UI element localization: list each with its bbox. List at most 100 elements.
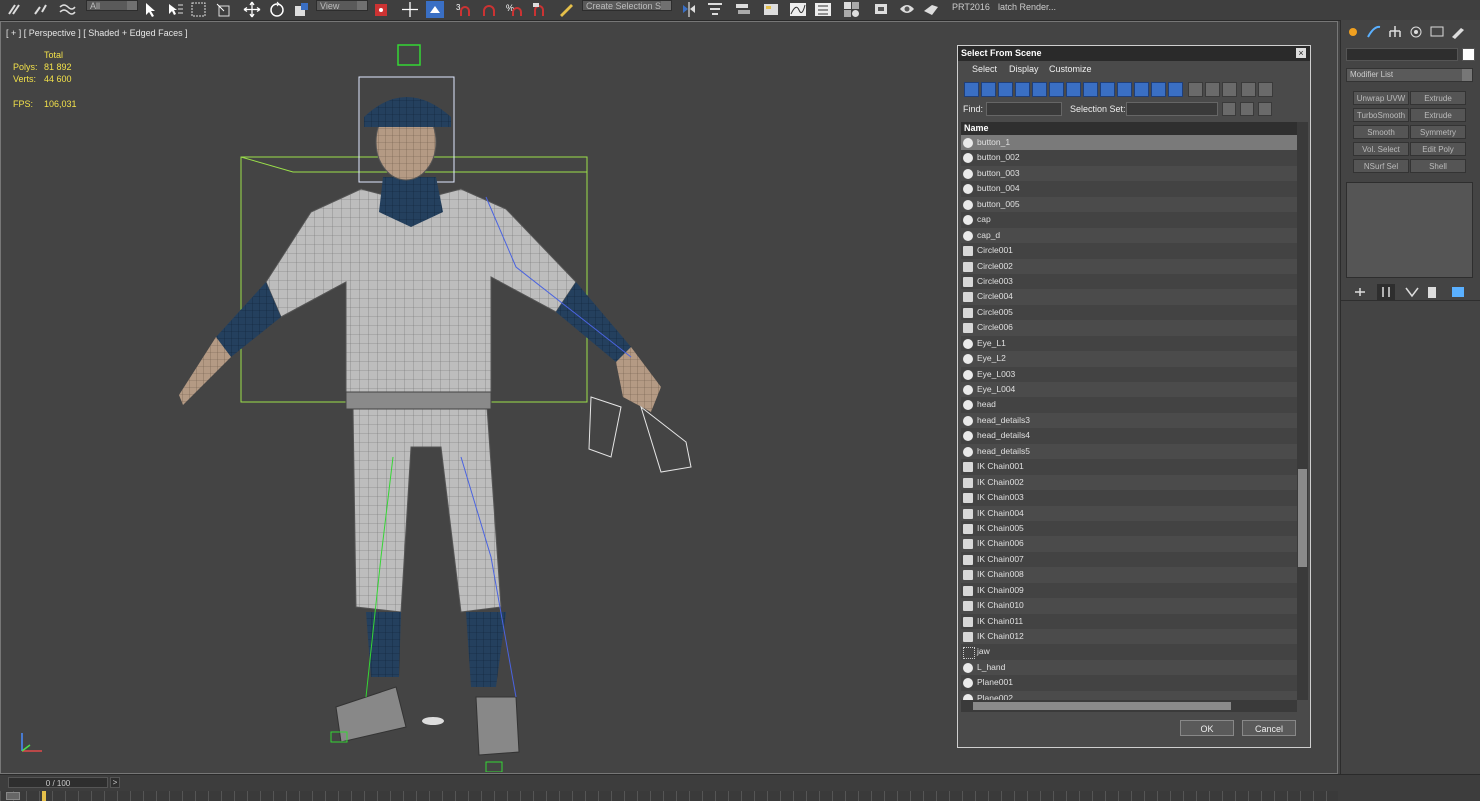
- list-item[interactable]: jaw: [961, 644, 1297, 660]
- keyboard-shortcut-override-icon[interactable]: [426, 1, 444, 18]
- rectangular-selection-icon[interactable]: [190, 1, 208, 18]
- link-icon[interactable]: [6, 1, 24, 18]
- list-item[interactable]: IK Chain011: [961, 613, 1297, 629]
- make-unique-icon[interactable]: [1403, 284, 1421, 300]
- list-item[interactable]: L_hand: [961, 659, 1297, 676]
- bind-spacewarp-icon[interactable]: [58, 1, 76, 18]
- list-item[interactable]: Eye_L1: [961, 335, 1297, 352]
- display-hidden-icon[interactable]: [1151, 82, 1166, 97]
- smooth-button[interactable]: Smooth: [1353, 125, 1409, 139]
- display-shapes-icon[interactable]: [981, 82, 996, 97]
- extrude-button-1[interactable]: Extrude: [1410, 91, 1466, 105]
- display-bones-icon[interactable]: [1100, 82, 1115, 97]
- create-tab-icon[interactable]: [1344, 24, 1362, 40]
- list-item[interactable]: IK Chain004: [961, 505, 1297, 521]
- list-item[interactable]: Eye_L004: [961, 382, 1297, 398]
- list-vertical-scrollbar[interactable]: [1297, 122, 1308, 700]
- ok-button[interactable]: OK: [1180, 720, 1234, 736]
- menu-display[interactable]: Display: [1009, 64, 1039, 74]
- list-item[interactable]: IK Chain009: [961, 582, 1297, 599]
- turbosmooth-button[interactable]: TurboSmooth: [1353, 108, 1409, 122]
- list-item[interactable]: head_details5: [961, 443, 1297, 460]
- show-end-result-icon[interactable]: [1377, 284, 1395, 300]
- list-item[interactable]: cap: [961, 212, 1297, 228]
- display-xrefs-icon[interactable]: [1083, 82, 1098, 97]
- list-item[interactable]: IK Chain010: [961, 598, 1297, 614]
- list-item[interactable]: Circle006: [961, 320, 1297, 336]
- nsurf-sel-button[interactable]: NSurf Sel: [1353, 159, 1409, 173]
- list-item[interactable]: head: [961, 397, 1297, 413]
- list-item[interactable]: button_005: [961, 196, 1297, 213]
- pivot-point-center-icon[interactable]: [372, 1, 390, 18]
- list-item[interactable]: Circle001: [961, 243, 1297, 259]
- selection-filter-dropdown[interactable]: All: [86, 0, 138, 11]
- list-item[interactable]: IK Chain001: [961, 459, 1297, 475]
- vertical-scroll-thumb[interactable]: [1298, 469, 1307, 567]
- list-item[interactable]: Plane002: [961, 690, 1297, 700]
- batch-render-label[interactable]: latch Render...: [998, 2, 1056, 12]
- pin-stack-icon[interactable]: [1351, 284, 1369, 300]
- list-item[interactable]: Eye_L2: [961, 351, 1297, 367]
- list-item[interactable]: button_004: [961, 181, 1297, 197]
- baseball-player-model[interactable]: [161, 37, 721, 772]
- selection-set-options-icon[interactable]: [1258, 102, 1272, 116]
- percent-snap-icon[interactable]: %: [505, 1, 523, 18]
- reference-coordinate-dropdown[interactable]: View: [316, 0, 368, 11]
- list-item[interactable]: IK Chain007: [961, 551, 1297, 568]
- edit-poly-button[interactable]: Edit Poly: [1410, 142, 1466, 156]
- display-cameras-icon[interactable]: [1015, 82, 1030, 97]
- material-editor-icon[interactable]: [843, 1, 861, 18]
- display-lights-icon[interactable]: [998, 82, 1013, 97]
- extrude-button-2[interactable]: Extrude: [1410, 108, 1466, 122]
- edit-named-selection-icon[interactable]: [557, 1, 575, 18]
- select-manipulate-icon[interactable]: [401, 1, 419, 18]
- symmetry-button[interactable]: Symmetry: [1410, 125, 1466, 139]
- time-slider-next-button[interactable]: >: [110, 777, 120, 788]
- cancel-button[interactable]: Cancel: [1242, 720, 1296, 736]
- menu-select[interactable]: Select: [972, 64, 997, 74]
- scale-icon[interactable]: [293, 1, 311, 18]
- selection-set-add-icon[interactable]: [1222, 102, 1236, 116]
- display-groups-icon[interactable]: [1066, 82, 1081, 97]
- display-frozen-icon[interactable]: [1134, 82, 1149, 97]
- modify-tab-icon[interactable]: [1365, 24, 1383, 40]
- rotate-icon[interactable]: [268, 1, 286, 18]
- motion-tab-icon[interactable]: [1407, 24, 1425, 40]
- scene-explorer-icon[interactable]: [762, 1, 780, 18]
- horizontal-scroll-thumb[interactable]: [973, 702, 1231, 710]
- selection-set-remove-icon[interactable]: [1240, 102, 1254, 116]
- display-geometry-icon[interactable]: [964, 82, 979, 97]
- angle-snap-icon[interactable]: [480, 1, 498, 18]
- unwrap-uvw-button[interactable]: Unwrap UVW: [1353, 91, 1409, 105]
- display-all-icon[interactable]: [1168, 82, 1183, 97]
- list-item[interactable]: IK Chain008: [961, 567, 1297, 583]
- list-item[interactable]: head_details3: [961, 412, 1297, 429]
- list-item[interactable]: Eye_L003: [961, 366, 1297, 382]
- list-item[interactable]: IK Chain006: [961, 536, 1297, 552]
- display-helpers-icon[interactable]: [1032, 82, 1047, 97]
- list-item[interactable]: IK Chain005: [961, 520, 1297, 537]
- filter-icon[interactable]: [1241, 82, 1256, 97]
- vol-select-button[interactable]: Vol. Select: [1353, 142, 1409, 156]
- list-item[interactable]: button_002: [961, 150, 1297, 166]
- render-production-icon[interactable]: [922, 1, 940, 18]
- list-item[interactable]: Circle005: [961, 304, 1297, 321]
- hierarchy-tab-icon[interactable]: [1386, 24, 1404, 40]
- list-item[interactable]: button_1: [961, 135, 1297, 151]
- select-invert-icon[interactable]: [1222, 82, 1237, 97]
- window-crossing-icon[interactable]: [214, 1, 232, 18]
- unlink-icon[interactable]: [32, 1, 50, 18]
- display-containers-icon[interactable]: [1117, 82, 1132, 97]
- dialog-title-bar[interactable]: Select From Scene: [958, 46, 1310, 61]
- list-item[interactable]: IK Chain002: [961, 474, 1297, 491]
- display-tab-icon[interactable]: [1428, 24, 1446, 40]
- snaps-toggle-icon[interactable]: 3: [455, 1, 473, 18]
- select-by-name-icon[interactable]: [166, 1, 184, 18]
- list-item[interactable]: cap_d: [961, 227, 1297, 244]
- select-all-icon[interactable]: [1188, 82, 1203, 97]
- remove-modifier-icon[interactable]: [1423, 284, 1441, 300]
- modifier-list-dropdown[interactable]: Modifier List: [1346, 68, 1473, 82]
- configure-modifier-sets-icon[interactable]: [1449, 284, 1467, 300]
- select-object-icon[interactable]: [142, 1, 160, 18]
- list-item[interactable]: Circle004: [961, 289, 1297, 305]
